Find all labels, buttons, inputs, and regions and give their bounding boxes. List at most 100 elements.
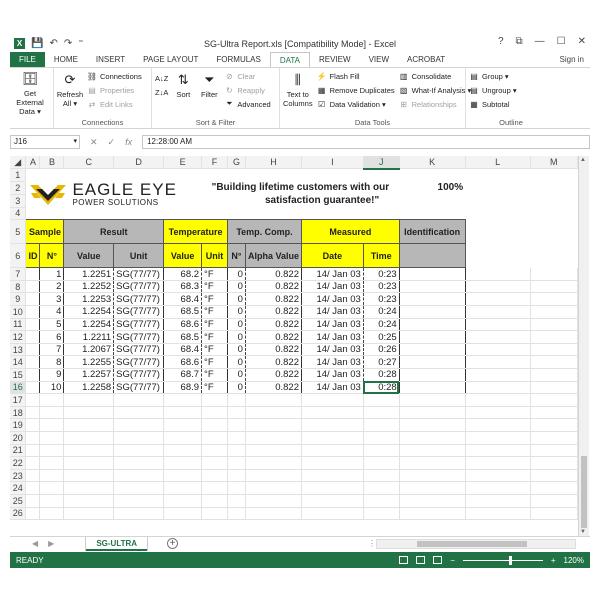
cell-empty[interactable] <box>245 431 302 445</box>
maximize-button[interactable]: ☐ <box>557 36 566 47</box>
tab-insert[interactable]: INSERT <box>87 52 134 67</box>
cell-empty[interactable] <box>363 481 400 495</box>
row-header[interactable]: 5 <box>10 219 27 245</box>
cell-sample-number[interactable]: 4 <box>39 305 65 319</box>
cell-empty[interactable] <box>163 456 203 470</box>
add-sheet-button[interactable]: + <box>167 538 179 549</box>
cell-empty[interactable] <box>465 355 531 370</box>
column-header-d[interactable]: D <box>113 156 165 170</box>
cell-empty[interactable] <box>399 393 466 407</box>
cell-empty[interactable] <box>399 481 466 495</box>
cell-empty[interactable] <box>25 418 41 432</box>
cell-empty[interactable] <box>245 406 302 420</box>
cell-empty[interactable] <box>530 368 578 382</box>
minimize-button[interactable]: — <box>535 36 545 47</box>
cell-identification[interactable] <box>399 355 466 370</box>
row-header[interactable]: 4 <box>10 207 27 221</box>
sort-button[interactable]: ⇅ Sort <box>172 70 194 116</box>
cell-tc-number[interactable]: 0 <box>227 267 246 281</box>
cell-identification[interactable] <box>399 318 466 332</box>
refresh-all-button[interactable]: ⟳ Refresh All ▾ <box>57 70 83 116</box>
cell-empty[interactable] <box>25 494 41 508</box>
cell-value[interactable]: 1.2067 <box>63 343 115 357</box>
row-header[interactable]: 13 <box>10 343 27 357</box>
cell-empty[interactable] <box>227 444 246 458</box>
cell-empty[interactable] <box>163 393 203 407</box>
cell-empty[interactable] <box>530 267 578 281</box>
cell-date[interactable]: 14/ Jan 03 <box>301 368 364 382</box>
cell-empty[interactable] <box>227 481 246 495</box>
cell-empty[interactable] <box>245 494 302 508</box>
cell-date[interactable]: 14/ Jan 03 <box>301 318 364 332</box>
cell-empty[interactable] <box>530 507 578 521</box>
cell-unit[interactable]: SG(77/77) <box>113 368 165 382</box>
cell-id[interactable] <box>25 330 41 344</box>
row-header[interactable]: 20 <box>10 431 27 445</box>
cell-empty[interactable] <box>363 456 400 470</box>
cell-empty[interactable] <box>113 507 165 521</box>
cell-empty[interactable] <box>39 431 65 445</box>
cell-empty[interactable] <box>227 456 246 470</box>
cell-empty[interactable] <box>63 393 115 407</box>
column-header-m[interactable]: M <box>530 156 578 170</box>
cell-empty[interactable] <box>113 418 165 432</box>
row-header[interactable]: 14 <box>10 355 27 370</box>
data-validation-button[interactable]: ☑ Data Validation ▾ <box>317 98 395 110</box>
cell-empty[interactable] <box>363 418 400 432</box>
cell-unit[interactable]: SG(77/77) <box>113 330 165 344</box>
cell-sample-number[interactable]: 7 <box>39 343 65 357</box>
row-header[interactable]: 12 <box>10 330 27 344</box>
tab-formulas[interactable]: FORMULAS <box>207 52 269 67</box>
cell-temp-value[interactable]: 68.5 <box>163 305 203 319</box>
cell-empty[interactable] <box>530 381 578 395</box>
cell-value[interactable]: 1.2254 <box>63 305 115 319</box>
cell-empty[interactable] <box>399 507 466 521</box>
row-header[interactable]: 15 <box>10 368 27 382</box>
cell-temp-unit[interactable]: °F <box>201 267 228 281</box>
cell-empty[interactable] <box>465 305 531 319</box>
more-options-icon[interactable]: ⋮ <box>368 539 376 548</box>
cell-id[interactable] <box>25 355 41 370</box>
horizontal-scroll-thumb[interactable] <box>417 540 528 547</box>
cell-empty[interactable] <box>39 494 65 508</box>
scroll-up-icon[interactable]: ▲ <box>580 157 586 163</box>
cell-alpha-value[interactable]: 0.822 <box>245 355 302 370</box>
cell-temp-value[interactable]: 68.2 <box>163 267 203 281</box>
cell-unit[interactable]: SG(77/77) <box>113 318 165 332</box>
cell-empty[interactable] <box>465 343 531 357</box>
cell-value[interactable]: 1.2211 <box>63 330 115 344</box>
column-header-b[interactable]: B <box>39 156 65 170</box>
cell-value[interactable]: 1.2258 <box>63 381 115 395</box>
row-header[interactable]: 19 <box>10 418 27 432</box>
cell-empty[interactable] <box>465 280 531 294</box>
row-header[interactable]: 1 <box>10 168 27 182</box>
cell-empty[interactable] <box>113 469 165 483</box>
cell-empty[interactable] <box>465 494 531 508</box>
customize-quick-access-icon[interactable]: ⁼ <box>78 38 83 49</box>
cell-unit[interactable]: SG(77/77) <box>113 305 165 319</box>
cell-temp-value[interactable]: 68.7 <box>163 368 203 382</box>
cell-empty[interactable] <box>245 456 302 470</box>
cell-date[interactable]: 14/ Jan 03 <box>301 267 364 281</box>
cell-empty[interactable] <box>530 393 578 407</box>
cell-id[interactable] <box>25 381 41 395</box>
cell-alpha-value[interactable]: 0.822 <box>245 292 302 307</box>
cell-empty[interactable] <box>163 481 203 495</box>
cell-tc-number[interactable]: 0 <box>227 355 246 370</box>
cell-empty[interactable] <box>201 456 228 470</box>
reapply-button[interactable]: ↻ Reapply <box>224 84 270 96</box>
cell-empty[interactable] <box>301 481 364 495</box>
cell-empty[interactable] <box>63 456 115 470</box>
horizontal-scrollbar[interactable] <box>376 538 577 549</box>
cell-alpha-value[interactable]: 0.822 <box>245 330 302 344</box>
cell-empty[interactable] <box>363 494 400 508</box>
cell-empty[interactable] <box>113 393 165 407</box>
cell-empty[interactable] <box>25 481 41 495</box>
cell-empty[interactable] <box>465 267 531 281</box>
get-external-data-button[interactable]: 🗄 Get External Data ▾ <box>13 70 47 116</box>
cell-empty[interactable] <box>530 343 578 357</box>
cell-empty[interactable] <box>163 494 203 508</box>
cell-temp-unit[interactable]: °F <box>201 305 228 319</box>
cell-date[interactable]: 14/ Jan 03 <box>301 280 364 294</box>
tab-file[interactable]: FILE <box>10 52 45 67</box>
